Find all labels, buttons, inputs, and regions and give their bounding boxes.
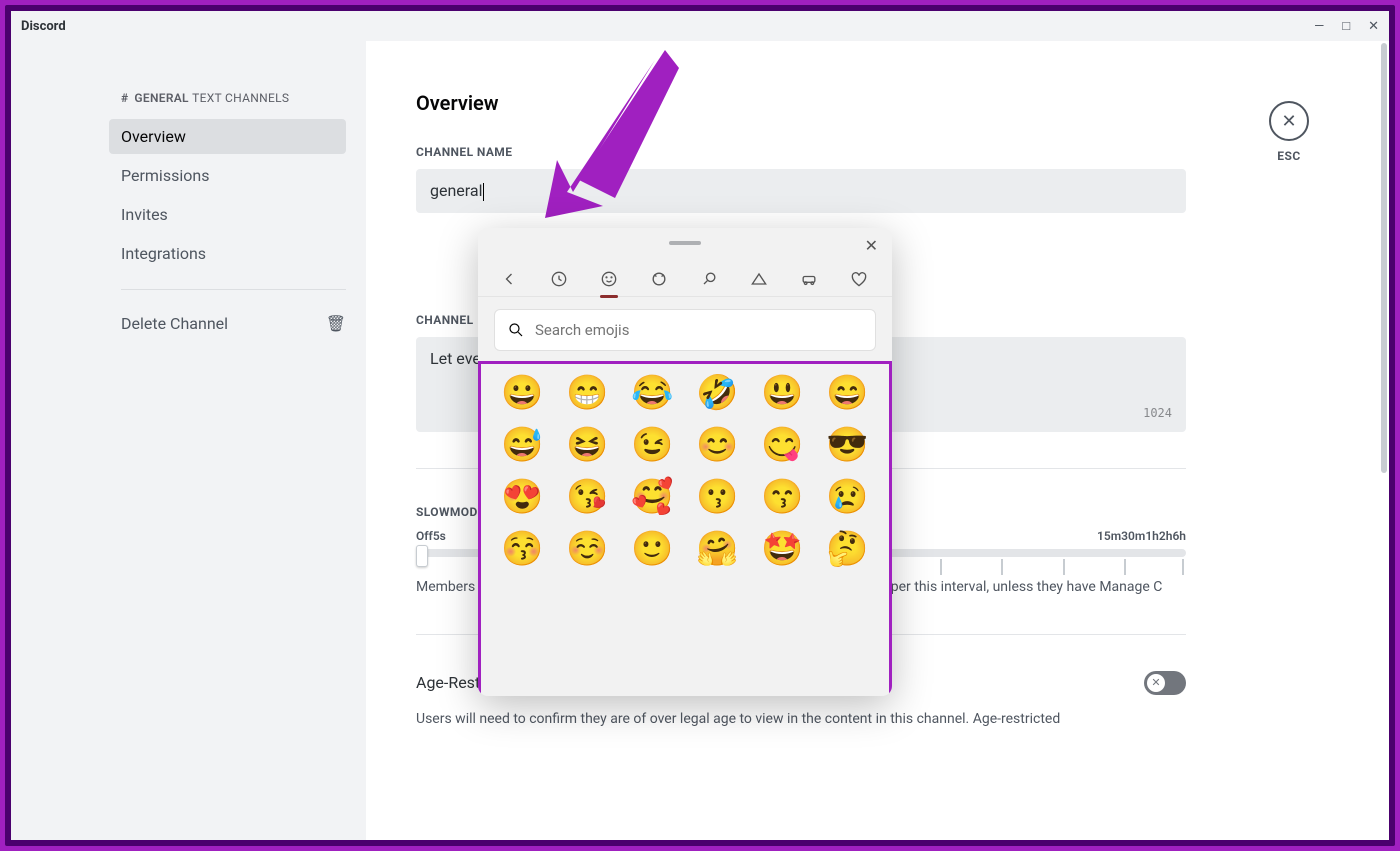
- food-category-icon[interactable]: [698, 268, 720, 290]
- emoji-cell[interactable]: 😍: [499, 480, 546, 514]
- emoji-cell[interactable]: 🤔: [824, 532, 871, 566]
- recent-icon[interactable]: [548, 268, 570, 290]
- emoji-cell[interactable]: 😄: [824, 376, 871, 410]
- page-title: Overview: [416, 91, 1289, 115]
- age-restricted-toggle[interactable]: ✕: [1144, 671, 1186, 695]
- emoji-cell[interactable]: ☺️: [564, 532, 611, 566]
- emoji-cell[interactable]: 😀: [499, 376, 546, 410]
- titlebar: Discord — □ ✕: [11, 11, 1389, 41]
- age-restricted-description: Users will need to confirm they are of o…: [416, 709, 1186, 730]
- emoji-cell[interactable]: 😊: [694, 428, 741, 462]
- breadcrumb-category: TEXT CHANNELS: [192, 91, 289, 105]
- emoji-cell[interactable]: 🤗: [694, 532, 741, 566]
- trash-icon: 🗑: [326, 314, 346, 333]
- emoji-cell[interactable]: 🤩: [759, 532, 806, 566]
- close-settings-button[interactable]: ✕: [1269, 101, 1309, 141]
- heart-category-icon[interactable]: [848, 268, 870, 290]
- toggle-knob: ✕: [1147, 674, 1165, 692]
- emoji-cell[interactable]: 😗: [694, 480, 741, 514]
- sidebar-item-permissions[interactable]: Permissions: [109, 158, 346, 193]
- emoji-cell[interactable]: 😆: [564, 428, 611, 462]
- emoji-cell[interactable]: 😎: [824, 428, 871, 462]
- emoji-cell[interactable]: 😃: [759, 376, 806, 410]
- emoji-cell[interactable]: 🙂: [629, 532, 676, 566]
- animals-category-icon[interactable]: [648, 268, 670, 290]
- travel-category-icon[interactable]: [798, 268, 820, 290]
- emoji-cell[interactable]: 🥰: [629, 480, 676, 514]
- emoji-cell[interactable]: 😂: [629, 376, 676, 410]
- close-label: ESC: [1269, 149, 1309, 163]
- window-minimize-button[interactable]: —: [1314, 19, 1324, 34]
- emoji-cell[interactable]: 😢: [824, 480, 871, 514]
- emoji-cell[interactable]: 😉: [629, 428, 676, 462]
- back-icon[interactable]: [498, 268, 520, 290]
- emoji-cell[interactable]: 🤣: [694, 376, 741, 410]
- emoji-cell[interactable]: 😙: [759, 480, 806, 514]
- breadcrumb: #GENERAL TEXT CHANNELS: [121, 91, 346, 105]
- emoji-cell[interactable]: 😚: [499, 532, 546, 566]
- divider: [121, 289, 346, 290]
- app-name: Discord: [21, 19, 66, 34]
- emoji-cell[interactable]: 😘: [564, 480, 611, 514]
- emoji-search-input[interactable]: [535, 321, 863, 339]
- emoji-search[interactable]: [494, 309, 876, 351]
- sidebar-item-invites[interactable]: Invites: [109, 197, 346, 232]
- sidebar-item-overview[interactable]: Overview: [109, 119, 346, 154]
- sidebar-item-integrations[interactable]: Integrations: [109, 236, 346, 271]
- emoji-cell[interactable]: 😋: [759, 428, 806, 462]
- settings-sidebar: #GENERAL TEXT CHANNELS Overview Permissi…: [11, 41, 366, 840]
- search-icon: [507, 321, 525, 339]
- channel-name-label: CHANNEL NAME: [416, 145, 1289, 159]
- emoji-cell[interactable]: 😁: [564, 376, 611, 410]
- smiley-category-icon[interactable]: [598, 268, 620, 290]
- hash-icon: #: [121, 91, 128, 105]
- activity-category-icon[interactable]: [748, 268, 770, 290]
- window-close-button[interactable]: ✕: [1368, 19, 1379, 34]
- delete-channel-button[interactable]: Delete Channel 🗑: [121, 308, 346, 339]
- picker-close-button[interactable]: ✕: [865, 236, 878, 255]
- window-maximize-button[interactable]: □: [1342, 18, 1350, 34]
- drag-handle[interactable]: [669, 241, 701, 245]
- text-cursor: [483, 183, 484, 201]
- channel-name-input[interactable]: general: [416, 169, 1186, 213]
- emoji-cell[interactable]: 😅: [499, 428, 546, 462]
- char-counter: 1024: [1143, 406, 1172, 420]
- scrollbar[interactable]: [1381, 43, 1387, 473]
- slider-thumb[interactable]: [416, 545, 428, 567]
- emoji-picker: ✕ 😀 😁 😂 🤣 😃 😄 😅 😆 😉 😊 😋 😎 😍 😘 🥰 😗 😙 😢 😚 ☺️ 🙂 🤗 🤩 🤔: [478, 228, 892, 696]
